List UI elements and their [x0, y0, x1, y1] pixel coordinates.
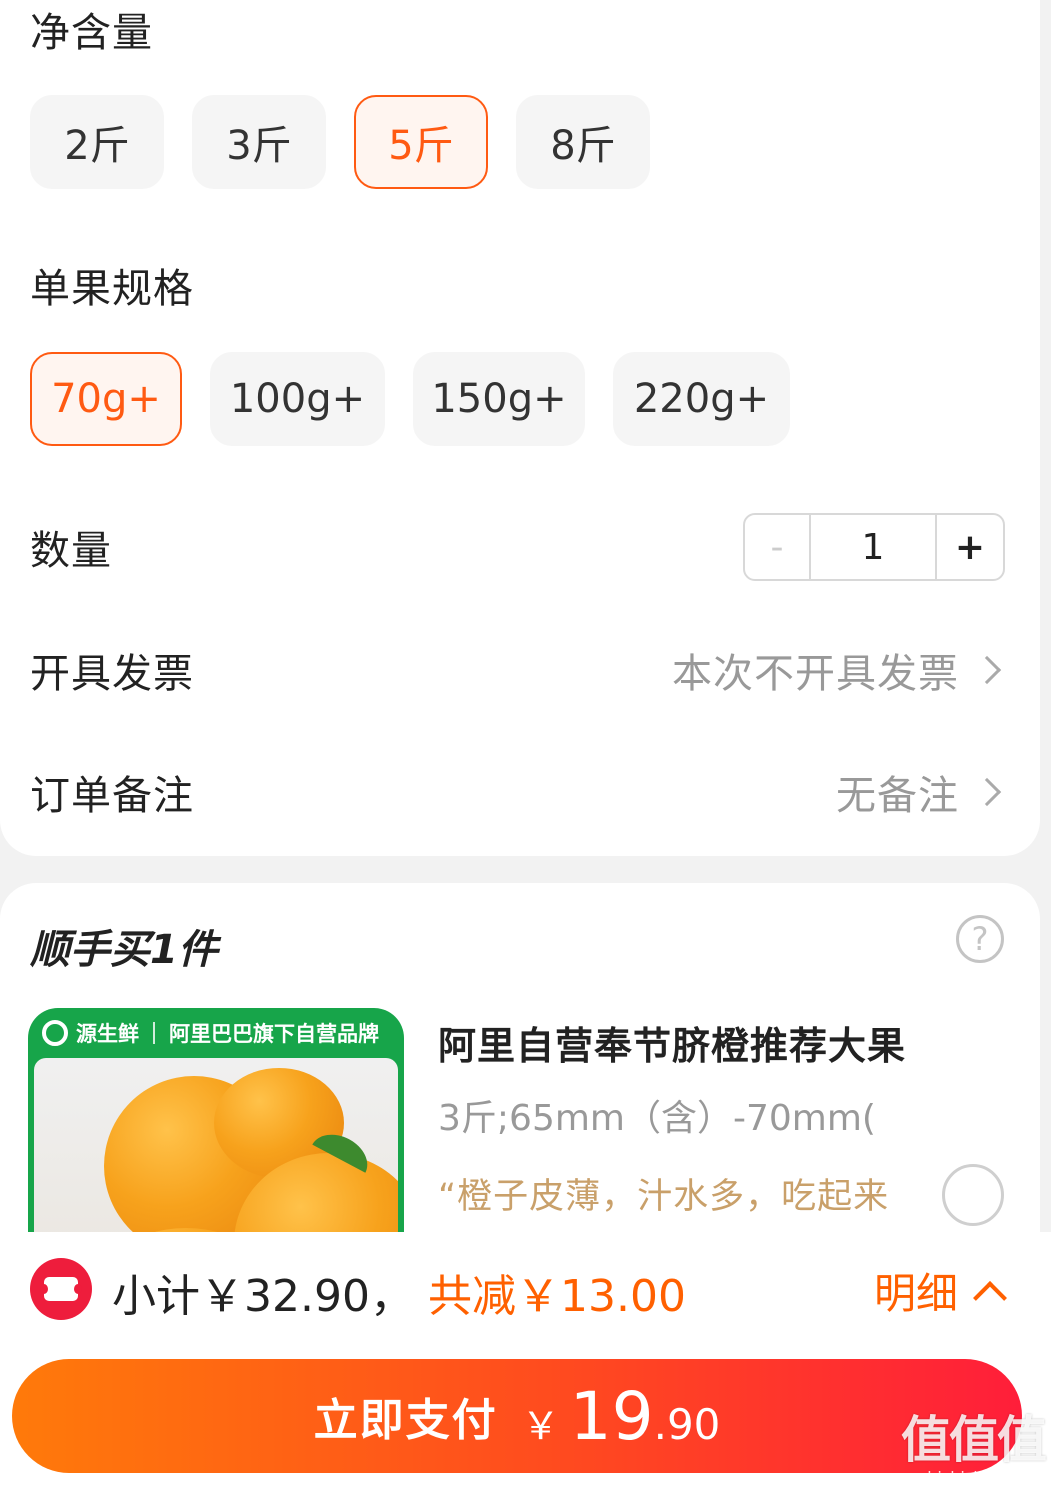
increase-button[interactable]: + — [937, 515, 1003, 579]
detail-label: 明细 — [874, 1269, 959, 1318]
quantity-row: 数量 - 1 + — [30, 513, 1005, 581]
net-weight-option[interactable]: 2斤 — [30, 95, 164, 189]
remark-value: 无备注 — [836, 773, 959, 819]
brand-tagline: 阿里巴巴旗下自营品牌 — [169, 1022, 379, 1046]
invoice-value: 本次不开具发票 — [672, 651, 959, 697]
net-weight-option[interactable]: 5斤 — [354, 95, 488, 189]
fruit-size-option[interactable]: 220g+ — [613, 352, 790, 446]
product-spec: 3斤;65mm（含）-70mm( — [438, 1098, 876, 1139]
help-icon[interactable]: ? — [956, 915, 1004, 963]
pay-decimal: .90 — [653, 1399, 721, 1449]
coupon-icon — [30, 1258, 92, 1320]
addon-select-radio[interactable] — [942, 1164, 1004, 1226]
net-weight-options: 2斤 3斤 5斤 8斤 — [30, 95, 650, 189]
pay-currency: ￥ — [521, 1403, 560, 1448]
fruit-size-options: 70g+ 100g+ 150g+ 220g+ — [30, 352, 790, 446]
addon-title: 顺手买1件 — [30, 927, 218, 973]
chevron-right-icon — [972, 655, 1002, 685]
pay-label: 立即支付 — [313, 1395, 498, 1446]
chevron-up-icon — [973, 1280, 1007, 1315]
subtotal-text: 小计￥32.90， — [112, 1271, 414, 1322]
remark-label: 订单备注 — [30, 773, 194, 819]
brand-separator — [153, 1022, 155, 1044]
quantity-label: 数量 — [30, 528, 112, 574]
invoice-label: 开具发票 — [30, 651, 194, 697]
brand-banner: 源生鲜 阿里巴巴旗下自营品牌 — [28, 1008, 404, 1058]
invoice-row[interactable]: 开具发票 本次不开具发票 — [30, 640, 1005, 700]
pay-integer: 19 — [569, 1377, 654, 1455]
remark-row[interactable]: 订单备注 无备注 — [30, 762, 1005, 822]
product-review-quote: “橙子皮薄，汁水多，吃起来 — [438, 1177, 890, 1217]
net-weight-option[interactable]: 3斤 — [192, 95, 326, 189]
watermark-url: zhizhizhi.com — [918, 1468, 1028, 1485]
fruit-size-title: 单果规格 — [30, 266, 194, 312]
brand-name: 源生鲜 — [76, 1022, 139, 1046]
detail-toggle[interactable]: 明细 — [874, 1260, 1007, 1321]
discount-text: 共减￥13.00 — [428, 1271, 686, 1322]
quantity-stepper: - 1 + — [743, 513, 1005, 581]
watermark-logo: 值值值 — [901, 1411, 1047, 1469]
quantity-value[interactable]: 1 — [811, 515, 937, 579]
chevron-right-icon — [972, 777, 1002, 807]
fruit-size-option[interactable]: 100g+ — [210, 352, 385, 446]
site-watermark: 值值值 zhizhizhi.com — [898, 1400, 1048, 1485]
pay-now-button[interactable]: 立即支付 ￥ 19 .90 — [12, 1359, 1022, 1473]
net-weight-option[interactable]: 8斤 — [516, 95, 650, 189]
checkout-bar: 小计￥32.90， 共减￥13.00 明细 立即支付 ￥ 19 .90 — [0, 1232, 1051, 1485]
fruit-size-option[interactable]: 150g+ — [413, 352, 585, 446]
fruit-size-option[interactable]: 70g+ — [30, 352, 182, 446]
product-name[interactable]: 阿里自营奉节脐橙推荐大果 — [438, 1015, 906, 1070]
net-weight-title: 净含量 — [30, 10, 153, 56]
brand-logo-icon — [42, 1020, 68, 1046]
decrease-button[interactable]: - — [745, 515, 811, 579]
pay-amount: ￥ 19 .90 — [522, 1378, 721, 1455]
